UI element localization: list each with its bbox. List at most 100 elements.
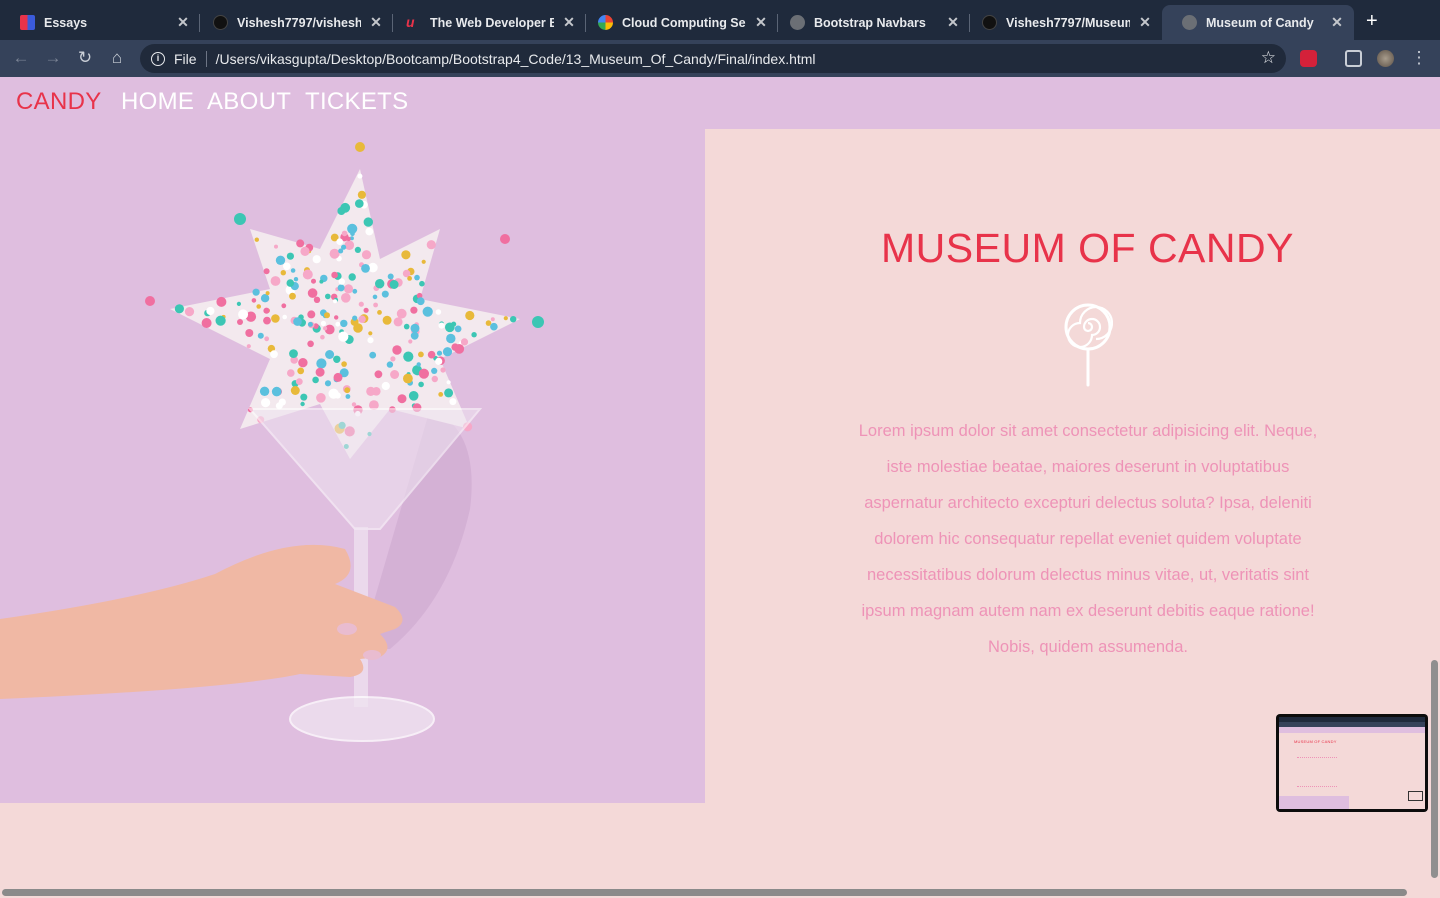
- browser-tab[interactable]: Essays ✕: [0, 5, 200, 40]
- tab-close-icon[interactable]: ✕: [176, 14, 190, 31]
- sprinkle-bead: [408, 339, 413, 344]
- nav-link-home[interactable]: HOME: [121, 88, 194, 116]
- reload-icon[interactable]: ↻: [75, 48, 95, 68]
- sprinkle-bead: [438, 392, 444, 397]
- sprinkle-bead: [510, 316, 517, 323]
- browser-tab[interactable]: Cloud Computing Serv ✕: [578, 5, 778, 40]
- sprinkle-bead: [367, 220, 372, 225]
- sprinkle-bead: [315, 367, 325, 377]
- sprinkle-bead: [348, 273, 356, 281]
- tab-close-icon[interactable]: ✕: [754, 14, 768, 31]
- sprinkle-bead: [325, 350, 335, 359]
- address-bar[interactable]: i File /Users/vikasgupta/Desktop/Bootcam…: [140, 44, 1286, 73]
- screen-preview-thumbnail[interactable]: MUSEUM OF CANDY: [1276, 714, 1428, 812]
- sprinkle-bead: [184, 307, 195, 317]
- sprinkle-bead: [373, 302, 378, 308]
- candy-glass-illustration: [0, 142, 544, 742]
- tab-close-icon[interactable]: ✕: [562, 14, 576, 31]
- browser-tab[interactable]: Vishesh7797/vishesh7 ✕: [193, 5, 393, 40]
- sprinkle-bead: [313, 296, 321, 303]
- back-arrow-icon[interactable]: ←: [11, 48, 31, 68]
- sprinkle-bead: [345, 394, 351, 399]
- sprinkle-bead: [375, 279, 385, 289]
- sprinkle-bead: [358, 315, 366, 323]
- sprinkle-bead: [361, 264, 370, 273]
- sprinkle-bead: [390, 370, 400, 379]
- sprinkle-bead: [407, 276, 412, 281]
- tab-close-icon[interactable]: ✕: [1138, 14, 1152, 31]
- address-scheme: File: [174, 50, 197, 67]
- nav-link-about[interactable]: ABOUT: [207, 88, 291, 116]
- sprinkle-bead: [410, 323, 420, 333]
- about-panel: MUSEUM OF CANDY Lorem ipsum dolor sit am…: [705, 129, 1440, 803]
- extension-icon[interactable]: [1300, 50, 1317, 67]
- tab-title: Bootstrap Navbars: [814, 15, 926, 30]
- sprinkle-bead: [454, 344, 465, 354]
- forward-arrow-icon[interactable]: →: [43, 48, 63, 68]
- navbar-brand[interactable]: CANDY: [16, 88, 102, 116]
- sprinkle-bead: [414, 274, 420, 281]
- sprinkle-bead: [403, 373, 413, 384]
- sprinkle-bead: [503, 316, 508, 321]
- sprinkle-bead: [381, 381, 390, 391]
- cast-icon[interactable]: [1345, 50, 1362, 67]
- sprinkle-bead: [282, 314, 288, 320]
- tab-close-icon[interactable]: ✕: [369, 14, 383, 31]
- sprinkle-bead: [446, 333, 456, 344]
- sprinkle-bead: [485, 320, 492, 326]
- nav-link-tickets[interactable]: TICKETS: [305, 88, 408, 116]
- sprinkle-bead: [366, 386, 376, 396]
- address-url[interactable]: /Users/vikasgupta/Desktop/Bootcamp/Boots…: [216, 51, 816, 67]
- browser-tab[interactable]: Bootstrap Navbars ✕: [770, 5, 970, 40]
- browser-tab-strip: Essays ✕ Vishesh7797/vishesh7 ✕ u The We…: [0, 0, 1440, 40]
- sprinkle-bead: [451, 321, 457, 327]
- vertical-scrollbar[interactable]: [1431, 660, 1438, 878]
- sprinkle-bead: [367, 337, 374, 344]
- sprinkle-bead: [416, 297, 425, 306]
- sprinkle-bead: [252, 288, 260, 296]
- sprinkle-bead: [307, 321, 313, 327]
- horizontal-scrollbar[interactable]: [2, 889, 1407, 896]
- sprinkle-bead: [334, 392, 341, 399]
- page-footer-area: [0, 803, 1440, 898]
- sprinkle-bead: [410, 331, 419, 340]
- globe-favicon-icon: [1182, 15, 1197, 30]
- lollipop-icon: [1064, 303, 1113, 387]
- new-tab-button[interactable]: +: [1366, 11, 1378, 31]
- browser-tab[interactable]: Vishesh7797/Museum- ✕: [962, 5, 1162, 40]
- sprinkle-bead: [297, 367, 305, 375]
- sprinkle-bead: [290, 268, 296, 273]
- browser-tab[interactable]: u The Web Developer Bo ✕: [386, 5, 586, 40]
- sprinkle-bead: [442, 347, 453, 357]
- sprinkle-bead: [397, 394, 407, 404]
- sprinkle-bead: [174, 304, 184, 314]
- home-icon[interactable]: ⌂: [107, 48, 127, 68]
- sprinkle-bead: [410, 306, 418, 314]
- sprinkle-bead: [237, 319, 243, 325]
- sprinkle-bead: [281, 303, 287, 309]
- sprinkle-bead: [311, 278, 316, 284]
- browser-tab-active[interactable]: Museum of Candy ✕: [1162, 5, 1354, 40]
- sprinkle-bead: [341, 361, 347, 367]
- sprinkle-bead: [271, 314, 280, 323]
- sprinkle-bead: [465, 310, 475, 321]
- page-title: MUSEUM OF CANDY: [881, 225, 1294, 271]
- kebab-menu-icon[interactable]: ⋮: [1409, 48, 1429, 68]
- info-icon[interactable]: i: [151, 51, 165, 66]
- sprinkle-bead: [387, 273, 394, 280]
- sprinkle-bead: [352, 315, 358, 321]
- sprinkle-bead: [251, 298, 257, 303]
- tab-close-icon[interactable]: ✕: [946, 14, 960, 31]
- sprinkle-bead: [300, 246, 310, 256]
- sprinkle-bead: [338, 248, 344, 254]
- sprinkle-bead: [298, 358, 308, 368]
- tab-close-icon[interactable]: ✕: [1330, 14, 1344, 31]
- sprinkle-bead: [333, 299, 337, 304]
- sprinkle-bead: [280, 270, 286, 276]
- avatar[interactable]: [1377, 50, 1394, 67]
- github-favicon-icon: [982, 15, 997, 30]
- browser-toolbar: ← → ↻ ⌂ i File /Users/vikasgupta/Desktop…: [0, 40, 1440, 77]
- bookmark-star-icon[interactable]: ☆: [1261, 48, 1276, 68]
- sprinkle-bead: [320, 320, 326, 326]
- sprinkle-bead: [382, 315, 392, 325]
